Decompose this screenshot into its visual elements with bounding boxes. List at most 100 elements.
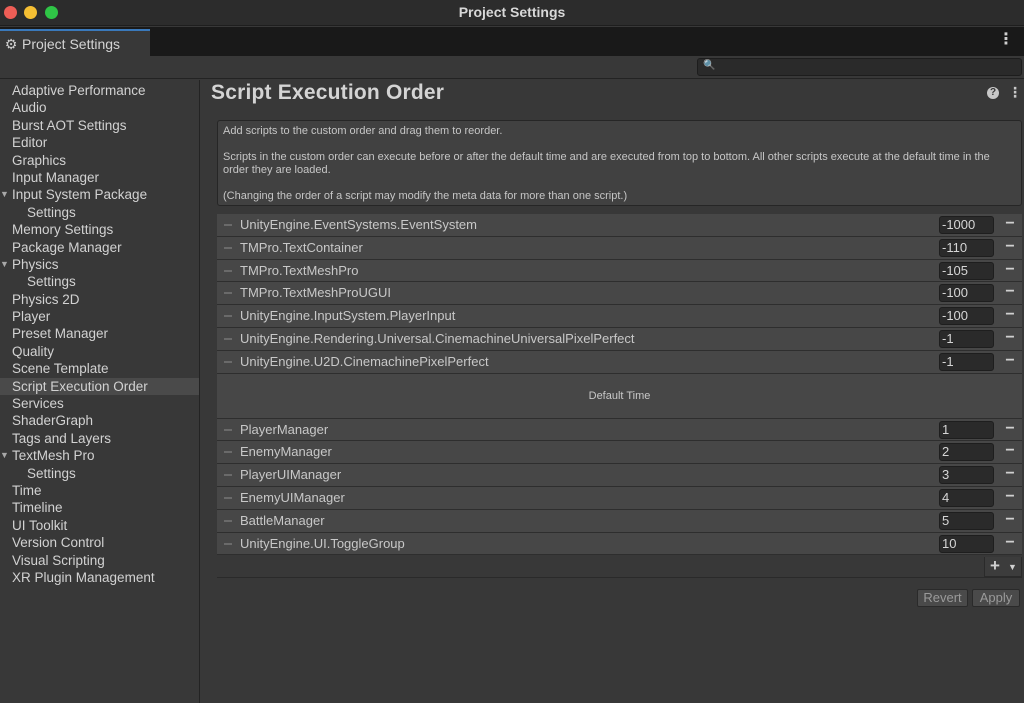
script-row[interactable]: UnityEngine.U2D.CinemachinePixelPerfect -… (217, 350, 1022, 374)
search-field[interactable]: 🔍 (697, 58, 1022, 76)
script-row[interactable]: EnemyUIManager 4− (217, 486, 1022, 510)
revert-button[interactable]: Revert (917, 589, 968, 607)
script-name: EnemyUIManager (240, 489, 345, 505)
sidebar-item-settings-sub[interactable]: Settings (0, 465, 199, 482)
remove-script-button[interactable]: − (1003, 465, 1017, 483)
drag-handle-icon[interactable] (224, 269, 232, 272)
script-row[interactable]: UnityEngine.EventSystems.EventSystem -100… (217, 214, 1022, 237)
script-row[interactable]: EnemyManager 2− (217, 441, 1022, 465)
drag-handle-icon[interactable] (224, 246, 232, 249)
sidebar-item-preset-manager[interactable]: Preset Manager (0, 325, 199, 342)
sidebar-item-physics-2d[interactable]: Physics 2D (0, 291, 199, 308)
drag-handle-icon[interactable] (224, 451, 232, 454)
help-icon[interactable]: ? (987, 87, 999, 99)
sidebar-item-xr-plugin-management[interactable]: XR Plugin Management (0, 569, 199, 586)
main-panel: Script Execution Order ? ⋮ Add scripts t… (201, 80, 1024, 703)
remove-script-button[interactable]: − (1003, 215, 1017, 233)
remove-script-button[interactable]: − (1003, 261, 1017, 279)
remove-script-button[interactable]: − (1003, 283, 1017, 301)
sidebar-item-package-manager[interactable]: Package Manager (0, 239, 199, 256)
execution-order-field[interactable]: 1 (939, 420, 994, 439)
script-row[interactable]: TMPro.TextContainer -110− (217, 236, 1022, 260)
sidebar-item-timeline[interactable]: Timeline (0, 499, 199, 516)
sidebar-item-shadergraph[interactable]: ShaderGraph (0, 412, 199, 429)
sidebar-item-physics[interactable]: ▼ Physics (0, 256, 199, 273)
sidebar-item-script-execution-order[interactable]: Script Execution Order (0, 377, 199, 396)
sidebar-item-adaptive-performance[interactable]: Adaptive Performance (0, 82, 199, 99)
script-row[interactable]: UnityEngine.UI.ToggleGroup 10− (217, 532, 1022, 556)
script-row[interactable]: UnityEngine.Rendering.Universal.Cinemach… (217, 327, 1022, 351)
script-row[interactable]: UnityEngine.InputSystem.PlayerInput -100− (217, 305, 1022, 328)
drag-handle-icon[interactable] (224, 519, 232, 522)
remove-script-button[interactable]: − (1003, 488, 1017, 506)
sidebar-item-burst-aot-settings[interactable]: Burst AOT Settings (0, 117, 199, 134)
sidebar-item-label: ShaderGraph (12, 413, 94, 429)
execution-order-field[interactable]: -105 (939, 261, 994, 280)
execution-order-field[interactable]: 5 (939, 511, 994, 530)
expand-arrow-icon[interactable]: ▼ (0, 447, 9, 464)
drag-handle-icon[interactable] (224, 542, 232, 545)
script-row[interactable]: PlayerManager 1− (217, 418, 1022, 442)
script-row[interactable]: BattleManager 5− (217, 509, 1022, 533)
sidebar-item-label: Adaptive Performance (12, 83, 146, 98)
sidebar-item-textmesh-pro[interactable]: ▼ TextMesh Pro (0, 447, 199, 464)
add-script-button[interactable]: + ▼ (984, 557, 1022, 577)
remove-script-button[interactable]: − (1003, 306, 1017, 324)
drag-handle-icon[interactable] (224, 428, 232, 431)
execution-order-field[interactable]: -100 (939, 307, 994, 326)
execution-order-field[interactable]: 3 (939, 466, 994, 485)
sidebar-item-settings-sub[interactable]: Settings (0, 204, 199, 221)
sidebar-item-ui-toolkit[interactable]: UI Toolkit (0, 517, 199, 534)
drag-handle-icon[interactable] (224, 496, 232, 499)
sidebar-item-quality[interactable]: Quality (0, 343, 199, 360)
more-options-icon[interactable]: ⋮ (1008, 85, 1022, 99)
execution-order-field[interactable]: -110 (939, 238, 994, 257)
expand-arrow-icon[interactable]: ▼ (0, 186, 9, 203)
sidebar-item-time[interactable]: Time (0, 482, 199, 499)
execution-order-field[interactable]: -1 (939, 329, 994, 348)
execution-order-field[interactable]: -1 (939, 352, 994, 371)
sidebar-item-input-system-package[interactable]: ▼ Input System Package (0, 186, 199, 203)
remove-script-button[interactable]: − (1003, 329, 1017, 347)
sidebar-item-visual-scripting[interactable]: Visual Scripting (0, 552, 199, 569)
sidebar-item-graphics[interactable]: Graphics (0, 152, 199, 169)
execution-order-field[interactable]: 10 (939, 534, 994, 553)
sidebar-item-services[interactable]: Services (0, 395, 199, 412)
sidebar-item-label: Memory Settings (12, 222, 114, 238)
sidebar-item-tags-and-layers[interactable]: Tags and Layers (0, 430, 199, 447)
tab-label: Project Settings (22, 35, 121, 52)
remove-script-button[interactable]: − (1003, 420, 1017, 438)
execution-order-field[interactable]: 2 (939, 443, 994, 462)
drag-handle-icon[interactable] (224, 315, 232, 318)
drag-handle-icon[interactable] (224, 360, 232, 363)
window-menu-icon[interactable]: ⋮ (998, 32, 1014, 48)
script-row[interactable]: TMPro.TextMeshPro -105− (217, 259, 1022, 283)
script-row[interactable]: TMPro.TextMeshProUGUI -100− (217, 282, 1022, 306)
sidebar-item-player[interactable]: Player (0, 308, 199, 325)
execution-order-field[interactable]: -1000 (939, 216, 994, 234)
drag-handle-icon[interactable] (224, 337, 232, 340)
drag-handle-icon[interactable] (224, 224, 232, 226)
remove-script-button[interactable]: − (1003, 511, 1017, 529)
sidebar-item-audio[interactable]: Audio (0, 99, 199, 116)
tab-project-settings[interactable]: ⚙ Project Settings (0, 29, 150, 56)
sidebar-item-scene-template[interactable]: Scene Template (0, 360, 199, 377)
sidebar-item-input-manager[interactable]: Input Manager (0, 169, 199, 186)
search-input[interactable] (716, 59, 1016, 75)
remove-script-button[interactable]: − (1003, 534, 1017, 552)
remove-script-button[interactable]: − (1003, 352, 1017, 370)
apply-button[interactable]: Apply (972, 589, 1020, 607)
sidebar-item-label: Settings (27, 274, 76, 290)
drag-handle-icon[interactable] (224, 292, 232, 295)
remove-script-button[interactable]: − (1003, 238, 1017, 256)
sidebar-item-editor[interactable]: Editor (0, 134, 199, 151)
expand-arrow-icon[interactable]: ▼ (0, 256, 9, 273)
sidebar-item-version-control[interactable]: Version Control (0, 534, 199, 551)
execution-order-field[interactable]: 4 (939, 488, 994, 507)
sidebar-item-settings-sub[interactable]: Settings (0, 273, 199, 290)
drag-handle-icon[interactable] (224, 474, 232, 477)
sidebar-item-memory-settings[interactable]: Memory Settings (0, 221, 199, 238)
remove-script-button[interactable]: − (1003, 442, 1017, 460)
execution-order-field[interactable]: -100 (939, 284, 994, 303)
script-row[interactable]: PlayerUIManager 3− (217, 464, 1022, 487)
